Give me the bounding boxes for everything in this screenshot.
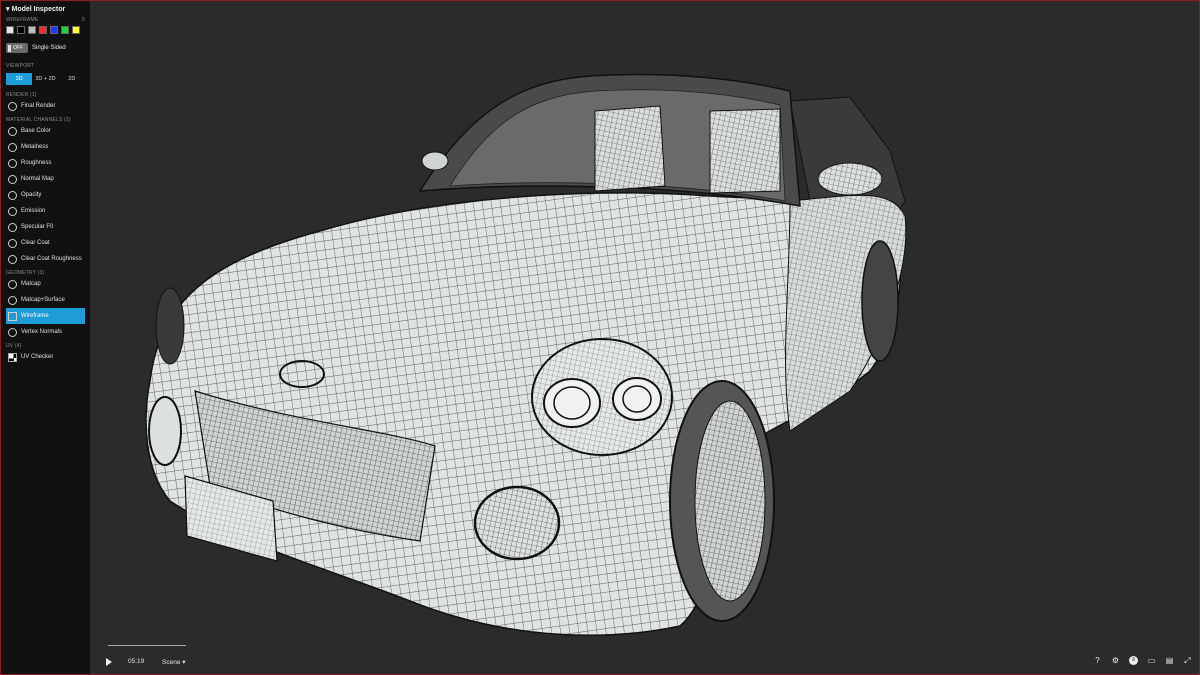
wireframe-shortcut: 5 — [82, 17, 85, 23]
channel-icon — [8, 174, 17, 184]
channel-label: Normal Map — [21, 176, 54, 182]
layers-icon[interactable]: ≡ — [1129, 656, 1138, 665]
3d-viewport[interactable] — [90, 1, 1199, 674]
channel-label: Specular F0 — [21, 224, 54, 230]
model-inspector-panel: ▾ Model Inspector WIREFRAME 5 OFF Single… — [1, 1, 90, 674]
channel-icon — [8, 238, 17, 248]
channel-label: Matcap+Surface — [21, 297, 65, 303]
collapse-triangle-icon[interactable]: ▾ — [6, 5, 10, 13]
color-swatch[interactable] — [39, 26, 47, 34]
channel-label: Clear Coat Roughness — [21, 256, 82, 262]
wireframe-label: WIREFRAME — [6, 17, 39, 23]
channel-label: Vertex Normals — [21, 329, 63, 335]
single-sided-label: Single Sided — [32, 45, 66, 51]
viewport-mode-selector: 3D 3D + 2D 2D — [6, 73, 85, 85]
viewport-section-label: VIEWPORT — [6, 63, 85, 69]
single-sided-row[interactable]: OFF Single Sided — [6, 43, 85, 53]
channel-label: Roughness — [21, 160, 52, 166]
panel-title-label: Model Inspector — [11, 5, 66, 13]
material-label: MATERIAL CHANNELS (2) — [6, 117, 71, 123]
channel-label: Wireframe — [21, 313, 49, 319]
play-icon[interactable] — [106, 658, 112, 666]
viewport-option[interactable]: 3D + 2D — [32, 73, 58, 85]
channel-label: Matcap — [21, 281, 41, 287]
wireframe-icon — [8, 311, 17, 321]
toggle-state: OFF — [13, 45, 23, 51]
channel-item[interactable]: Base Color — [6, 123, 85, 139]
single-sided-toggle[interactable]: OFF — [6, 43, 28, 53]
channel-item[interactable]: Matcap — [6, 276, 85, 292]
toggle-knob — [8, 44, 11, 52]
color-swatch[interactable] — [28, 26, 36, 34]
help-icon[interactable]: ? — [1093, 656, 1102, 665]
geometry-label: GEOMETRY (3) — [6, 270, 45, 276]
channel-icon — [8, 327, 17, 337]
channel-label: Metalness — [21, 144, 49, 150]
channel-icon — [8, 126, 17, 136]
channel-icon — [8, 295, 17, 305]
wireframe-color-swatches — [6, 26, 85, 34]
channel-item[interactable]: Vertex Normals — [6, 324, 85, 340]
checker-icon — [8, 352, 17, 362]
subtitles-icon[interactable]: ▤ — [1165, 656, 1174, 665]
bottom-toolbar: ? ⚙ ≡ ▭ ▤ ⤢ — [1093, 656, 1192, 665]
channel-item[interactable]: Metalness — [6, 139, 85, 155]
channel-icon — [8, 158, 17, 168]
channel-item[interactable]: Matcap+Surface — [6, 292, 85, 308]
channel-item[interactable]: Final Render — [6, 98, 85, 114]
channel-label: Clear Coat — [21, 240, 50, 246]
viewport-option[interactable]: 3D — [6, 73, 33, 85]
viewport-label: VIEWPORT — [6, 63, 35, 69]
channel-item[interactable]: Opacity — [6, 187, 85, 203]
viewport-option[interactable]: 2D — [59, 73, 85, 85]
render-label: RENDER (1) — [6, 92, 37, 98]
vr-icon[interactable]: ▭ — [1147, 656, 1156, 665]
channel-icon — [8, 206, 17, 216]
channel-item[interactable]: Clear Coat Roughness — [6, 251, 85, 267]
channel-icon — [8, 222, 17, 232]
scene-label: Scene — [162, 659, 181, 666]
wireframe-section-label: WIREFRAME 5 — [6, 17, 85, 23]
scene-dropdown[interactable]: Scene ▾ — [162, 658, 186, 666]
channel-item[interactable]: Wireframe — [6, 308, 85, 324]
uv-label: UV (4) — [6, 343, 22, 349]
color-swatch[interactable] — [72, 26, 80, 34]
channel-label: UV Checker — [21, 354, 54, 360]
panel-title[interactable]: ▾ Model Inspector — [6, 5, 85, 14]
channel-item[interactable]: Clear Coat — [6, 235, 85, 251]
color-swatch[interactable] — [50, 26, 58, 34]
channel-item[interactable]: Roughness — [6, 155, 85, 171]
channel-item[interactable]: Specular F0 — [6, 219, 85, 235]
color-swatch[interactable] — [61, 26, 69, 34]
channel-icon — [8, 254, 17, 264]
channel-icon — [8, 190, 17, 200]
car-wireframe-model[interactable] — [90, 1, 1199, 674]
chevron-down-icon: ▾ — [182, 659, 186, 666]
render-list: Final Render — [6, 98, 85, 114]
animation-time: 05:19 — [128, 658, 145, 665]
playback-timeline[interactable] — [108, 645, 186, 646]
channel-item[interactable]: Emission — [6, 203, 85, 219]
channel-label: Base Color — [21, 128, 51, 134]
channel-icon — [8, 101, 17, 111]
channel-label: Emission — [21, 208, 46, 214]
geometry-list: Matcap Matcap+Surface Wireframe Vertex Norm… — [6, 276, 85, 340]
material-channel-list: Base Color Metalness Roughness Normal Map Op… — [6, 123, 85, 267]
fullscreen-icon[interactable]: ⤢ — [1183, 656, 1192, 665]
channel-icon — [8, 279, 17, 289]
color-swatch[interactable] — [6, 26, 14, 34]
channel-label: Final Render — [21, 103, 56, 109]
settings-icon[interactable]: ⚙ — [1111, 656, 1120, 665]
channel-label: Opacity — [21, 192, 42, 198]
color-swatch[interactable] — [17, 26, 25, 34]
channel-item[interactable]: UV Checker — [6, 349, 85, 365]
channel-icon — [8, 142, 17, 152]
channel-item[interactable]: Normal Map — [6, 171, 85, 187]
uv-list: UV Checker — [6, 349, 85, 365]
